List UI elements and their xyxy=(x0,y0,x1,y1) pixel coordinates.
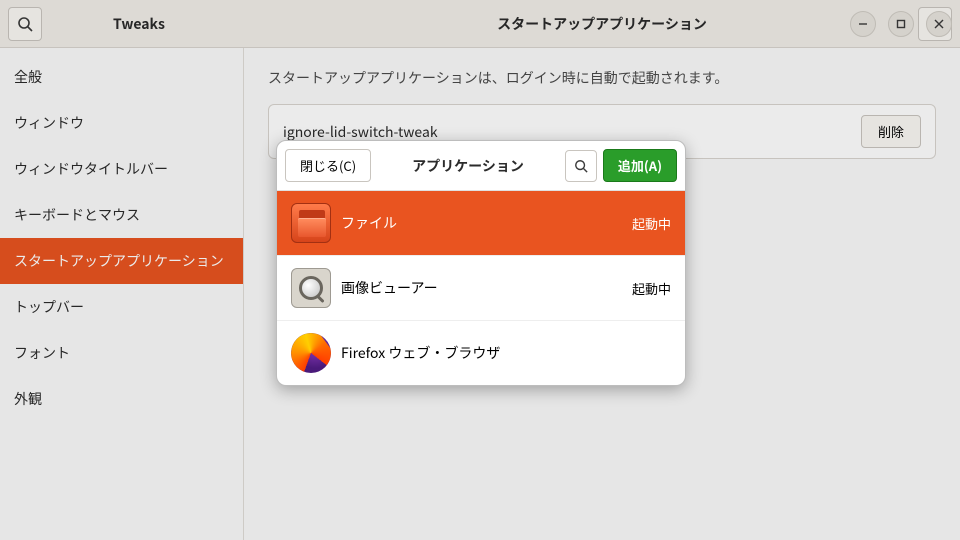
popover-close-button[interactable]: 閉じる(C) xyxy=(285,149,371,182)
app-label: 画像ビューアー xyxy=(341,278,622,298)
app-item-files[interactable]: ファイル 起動中 xyxy=(277,191,685,256)
firefox-icon xyxy=(291,333,331,373)
app-status: 起動中 xyxy=(632,279,671,298)
popover-search-button[interactable] xyxy=(565,150,597,182)
app-item-firefox[interactable]: Firefox ウェブ・ブラウザ xyxy=(277,321,685,385)
add-application-popover: 閉じる(C) アプリケーション 追加(A) ファイル 起動中 画像ビューアー 起… xyxy=(276,140,686,386)
search-icon xyxy=(574,159,588,173)
app-label: ファイル xyxy=(341,213,622,233)
application-list: ファイル 起動中 画像ビューアー 起動中 Firefox ウェブ・ブラウザ xyxy=(277,191,685,385)
image-viewer-icon xyxy=(291,268,331,308)
popover-title: アプリケーション xyxy=(377,156,559,176)
files-icon xyxy=(291,203,331,243)
popover-header: 閉じる(C) アプリケーション 追加(A) xyxy=(277,141,685,191)
app-label: Firefox ウェブ・ブラウザ xyxy=(341,343,661,363)
app-item-image-viewer[interactable]: 画像ビューアー 起動中 xyxy=(277,256,685,321)
app-status: 起動中 xyxy=(632,214,671,233)
popover-add-button[interactable]: 追加(A) xyxy=(603,149,677,182)
